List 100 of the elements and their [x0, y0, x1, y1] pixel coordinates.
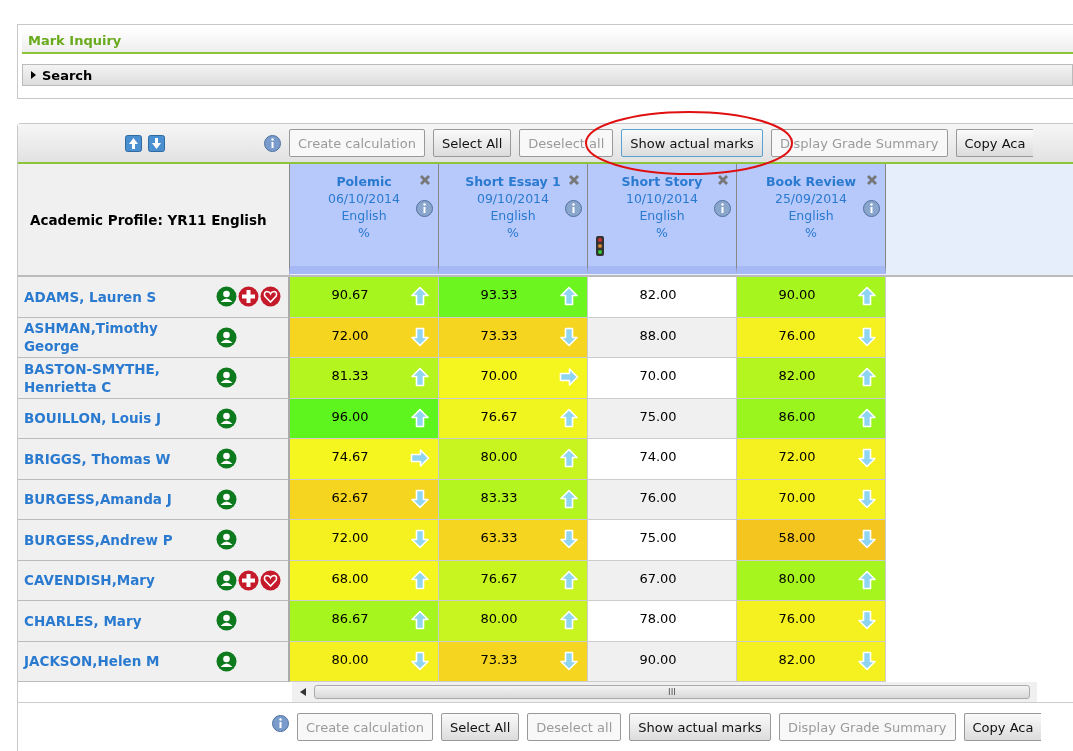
mark-value: 72.00: [330, 530, 370, 547]
assessment-name[interactable]: Short Essay 1: [465, 173, 561, 190]
mark-value: 76.67: [479, 570, 519, 588]
person-icon[interactable]: [216, 569, 237, 591]
mark-value: 76.67: [479, 408, 519, 426]
trend-arrow-icon: [410, 650, 430, 671]
remove-icon[interactable]: [567, 173, 581, 187]
mark-value: 76.00: [777, 611, 817, 628]
assessment-name[interactable]: Polemic: [336, 173, 392, 190]
trend-arrow-icon: [410, 326, 430, 347]
mark-value: 83.33: [479, 489, 519, 507]
move-up-button[interactable]: [125, 134, 142, 152]
trend-arrow-icon: [857, 569, 877, 590]
assessment-unit: %: [656, 224, 668, 241]
mark-value: 96.00: [330, 408, 370, 426]
trend-arrow-icon: [410, 286, 430, 306]
trend-arrow-icon: [857, 610, 877, 630]
trend-arrow-icon: [410, 367, 430, 387]
person-icon[interactable]: [216, 286, 237, 308]
trend-arrow-icon: [857, 367, 877, 387]
trend-arrow-icon: [559, 367, 579, 387]
trend-arrow-icon: [410, 488, 430, 509]
trend-arrow-icon: [559, 448, 579, 468]
assessment-date: 10/10/2014: [625, 190, 698, 207]
trend-arrow-icon: [559, 529, 579, 549]
mark-value: 78.00: [638, 611, 678, 628]
person-icon[interactable]: [216, 407, 237, 429]
assessment-name[interactable]: Book Review: [766, 173, 856, 190]
assessment-subject: English: [788, 207, 834, 224]
assessment-unit: %: [507, 224, 519, 241]
mark-value: 74.00: [638, 449, 678, 466]
mark-value: 82.00: [777, 368, 817, 385]
person-icon[interactable]: [216, 610, 237, 632]
person-icon[interactable]: [216, 367, 237, 389]
mark-value: 75.00: [638, 530, 678, 547]
mark-value: 70.00: [777, 489, 817, 507]
scroll-left-icon[interactable]: [300, 688, 306, 696]
remove-icon[interactable]: [716, 173, 730, 187]
medical-cross-icon[interactable]: [238, 286, 259, 308]
person-icon[interactable]: [216, 529, 237, 551]
assessment-date: 09/10/2014: [476, 190, 549, 207]
trend-arrow-icon: [559, 650, 579, 671]
trend-arrow-icon: [410, 448, 430, 468]
mark-value: 90.00: [777, 287, 817, 304]
mark-value: 82.00: [638, 287, 678, 304]
mark-value: 70.00: [638, 368, 678, 385]
info-icon[interactable]: [714, 200, 731, 217]
assessment-unit: %: [805, 224, 817, 241]
info-icon[interactable]: [416, 200, 433, 217]
expand-icon: [31, 71, 36, 79]
horizontal-scrollbar[interactable]: III: [292, 682, 1037, 702]
mark-value: 82.00: [777, 651, 817, 669]
toolbar-button[interactable]: Select All: [432, 129, 512, 157]
medical-cross-icon[interactable]: [238, 569, 259, 591]
toolbar-button[interactable]: Copy Aca: [963, 713, 1042, 741]
mark-value: 81.33: [330, 368, 370, 385]
mark-value: 63.33: [479, 530, 519, 547]
toolbar-button[interactable]: Copy Aca: [955, 129, 1034, 157]
mark-value: 75.00: [638, 408, 678, 426]
trend-arrow-icon: [857, 650, 877, 671]
info-icon: [264, 134, 281, 152]
person-icon[interactable]: [216, 650, 237, 672]
info-icon[interactable]: [565, 200, 582, 217]
trend-arrow-icon: [559, 610, 579, 630]
trend-arrow-icon: [410, 407, 430, 428]
mark-value: 80.00: [479, 611, 519, 628]
trend-arrow-icon: [857, 529, 877, 549]
remove-icon[interactable]: [418, 173, 432, 187]
scrollbar-thumb[interactable]: III: [314, 685, 1030, 699]
mark-value: 86.67: [330, 611, 370, 628]
mark-value: 67.00: [638, 570, 678, 588]
trend-arrow-icon: [410, 569, 430, 590]
toolbar-button[interactable]: Show actual marks: [621, 129, 763, 157]
mark-value: 90.00: [638, 651, 678, 669]
trend-arrow-icon: [559, 488, 579, 509]
person-icon[interactable]: [216, 448, 237, 470]
remove-icon[interactable]: [865, 173, 879, 187]
search-expander[interactable]: Search: [22, 64, 1073, 86]
mark-value: 62.67: [330, 489, 370, 507]
person-icon[interactable]: [216, 488, 237, 510]
trend-arrow-icon: [559, 407, 579, 428]
mark-value: 76.00: [777, 327, 817, 345]
assessment-date: 25/09/2014: [774, 190, 847, 207]
mark-value: 68.00: [330, 570, 370, 588]
toolbar-button[interactable]: Select All: [440, 713, 520, 741]
toolbar-button[interactable]: Show actual marks: [629, 713, 771, 741]
mark-value: 86.00: [777, 408, 817, 426]
assessment-unit: %: [358, 224, 370, 241]
trend-arrow-icon: [857, 407, 877, 428]
info-icon[interactable]: [863, 200, 880, 217]
move-down-button[interactable]: [148, 134, 165, 152]
trend-arrow-icon: [559, 326, 579, 347]
trend-arrow-icon: [559, 286, 579, 306]
mark-value: 80.00: [330, 651, 370, 669]
assessment-subject: English: [490, 207, 536, 224]
assessment-subject: English: [639, 207, 685, 224]
mark-value: 58.00: [777, 530, 817, 547]
mark-value: 73.33: [479, 327, 519, 345]
assessment-name[interactable]: Short Story: [621, 173, 703, 190]
person-icon[interactable]: [216, 326, 237, 348]
